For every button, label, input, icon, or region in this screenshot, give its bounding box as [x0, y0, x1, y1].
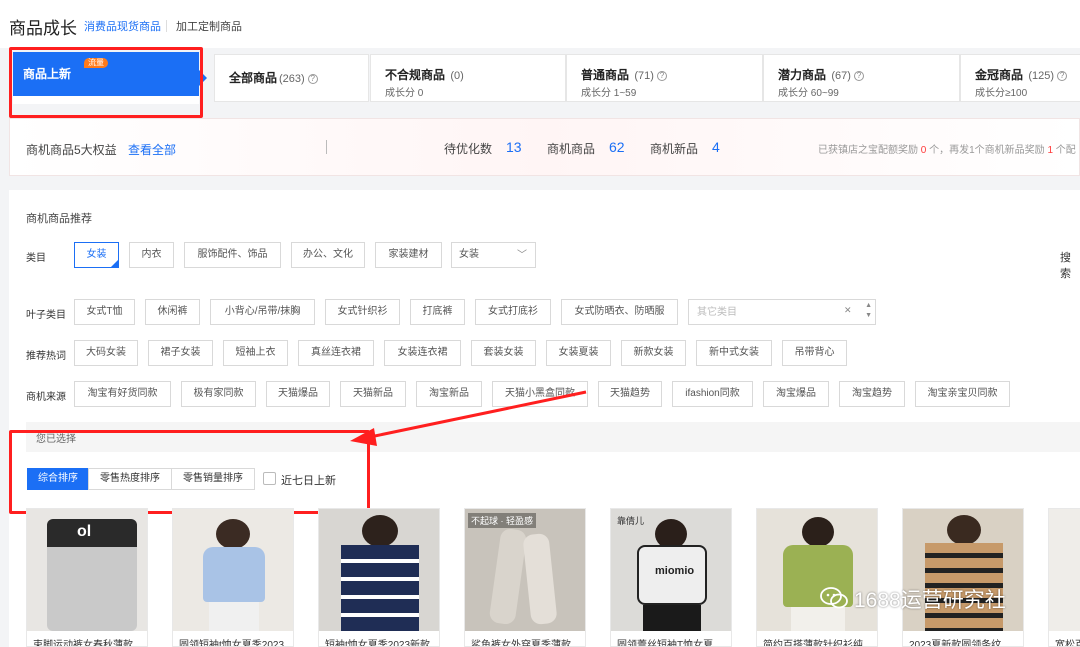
product-card[interactable]: 不起球 · 轻盈感 鲨鱼裤女外穿夏季薄款 [464, 508, 586, 647]
product-tag: 不起球 · 轻盈感 [468, 513, 536, 528]
product-caption: 束脚运动裤女春秋薄款 [33, 640, 133, 647]
product-caption: 2023夏新款圆领条纹 [909, 640, 1002, 647]
product-caption: 圆领蕾丝短袖T恤女夏 [617, 640, 714, 647]
product-caption: 简约百搭薄款针织衫纯 [763, 640, 863, 647]
product-tag: 靠倩儿 [617, 516, 645, 526]
product-image [173, 509, 293, 631]
product-card[interactable]: 短袖t恤女夏季2023新款 [318, 508, 440, 647]
product-card[interactable]: 宽松百 [1048, 508, 1080, 647]
product-card[interactable]: ol 束脚运动裤女春秋薄款 [26, 508, 148, 647]
product-card[interactable]: 圆领短袖t恤女夏季2023 [172, 508, 294, 647]
product-image [1049, 509, 1080, 631]
product-image [319, 509, 439, 631]
product-card[interactable]: miomio 靠倩儿 圆领蕾丝短袖T恤女夏 [610, 508, 732, 647]
product-caption: 短袖t恤女夏季2023新款 [325, 640, 431, 647]
product-caption: 鲨鱼裤女外穿夏季薄款 [471, 640, 571, 647]
watermark-text: 1688运营研究社 [854, 589, 1006, 612]
product-caption: 圆领短袖t恤女夏季2023 [179, 640, 285, 647]
product-caption: 宽松百 [1055, 640, 1080, 647]
wechat-icon [820, 587, 848, 609]
product-image: ol [27, 509, 147, 631]
product-card[interactable]: 2023夏新款圆领条纹 [902, 508, 1024, 647]
product-card[interactable]: 简约百搭薄款针织衫纯 [756, 508, 878, 647]
